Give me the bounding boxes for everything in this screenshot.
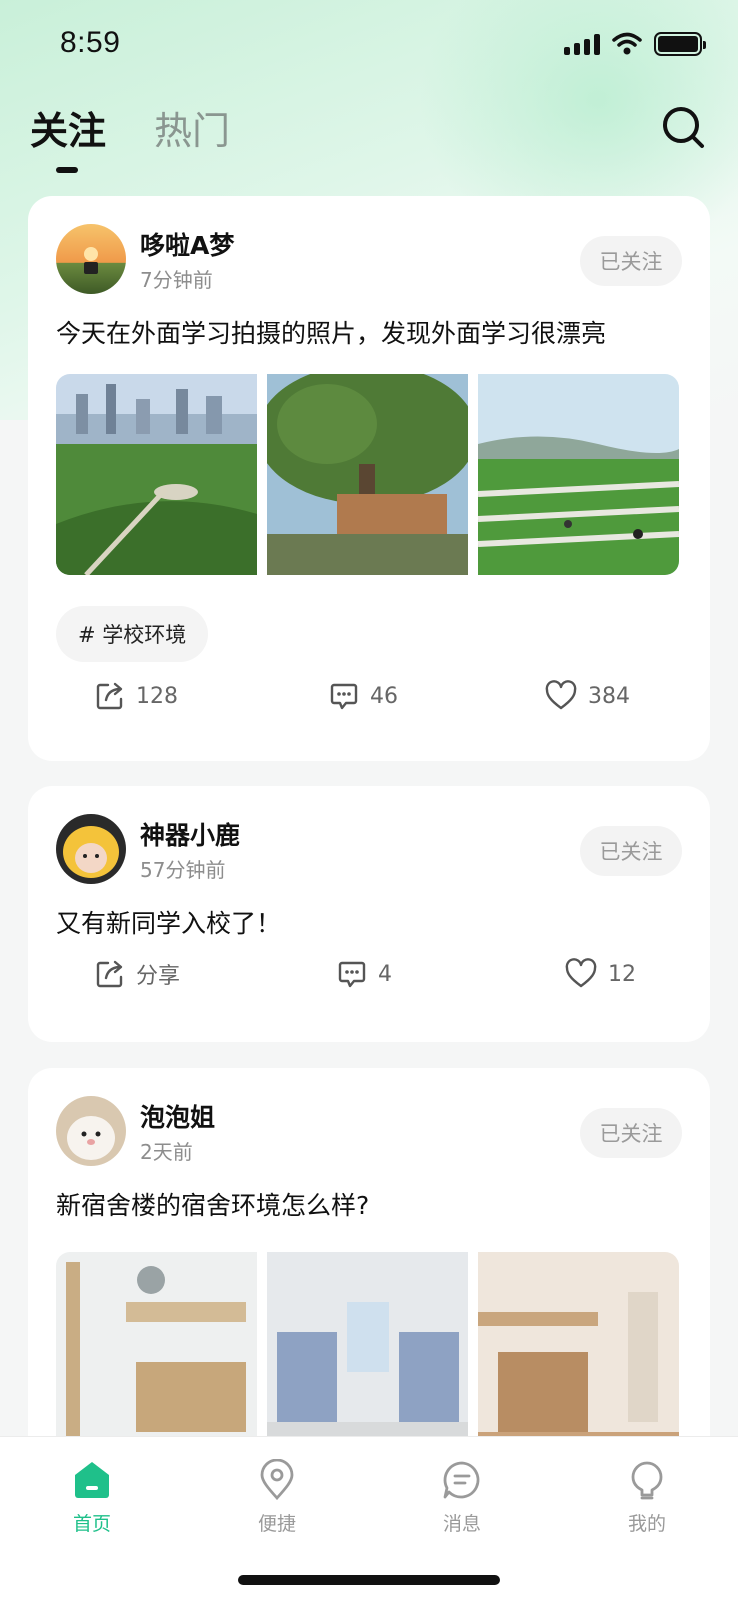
nav-shortcut[interactable]: 便捷	[227, 1459, 327, 1536]
like-count: 12	[608, 961, 636, 987]
username[interactable]: 神器小鹿	[140, 816, 240, 852]
comment-count: 4	[378, 961, 392, 987]
share-button[interactable]: 分享	[94, 958, 180, 990]
post-image[interactable]	[478, 374, 679, 575]
follow-button[interactable]: 已关注	[580, 236, 682, 286]
tab-popular[interactable]: 热门	[154, 100, 230, 155]
search-button[interactable]	[660, 104, 708, 152]
feed-tabs: 关注 热门	[30, 100, 230, 173]
signal-icon	[564, 33, 600, 55]
home-indicator[interactable]	[238, 1575, 500, 1585]
heart-icon	[545, 680, 577, 710]
search-icon	[663, 107, 704, 148]
heart-icon	[565, 958, 597, 988]
nav-profile-label: 我的	[627, 1513, 666, 1535]
nav-messages[interactable]: 消息	[412, 1459, 512, 1536]
like-button[interactable]: 384	[544, 680, 630, 712]
post-text: 又有新同学入校了！	[56, 909, 282, 938]
avatar[interactable]	[56, 224, 126, 294]
post-actions: 128 46 384	[28, 680, 710, 720]
post-card[interactable]: 哆啦A梦 7分钟前 已关注 今天在外面学习拍摄的照片，发现外面学习很漂亮 # 学…	[28, 196, 710, 761]
tab-indicator	[56, 167, 78, 173]
tab-following-label: 关注	[30, 109, 107, 153]
avatar[interactable]	[56, 1096, 126, 1166]
post-image[interactable]	[478, 1252, 679, 1453]
profile-icon	[631, 1461, 663, 1500]
avatar[interactable]	[56, 814, 126, 884]
comment-button[interactable]: 46	[328, 680, 398, 712]
post-images	[56, 374, 679, 575]
comment-icon	[330, 683, 358, 710]
comment-button[interactable]: 4	[336, 958, 392, 990]
post-text: 今天在外面学习拍摄的照片，发现外面学习很漂亮	[56, 319, 607, 348]
post-image[interactable]	[267, 1252, 468, 1453]
status-icons	[564, 32, 706, 56]
topic-tag[interactable]: # 学校环境	[56, 606, 209, 662]
share-label: 分享	[136, 964, 181, 989]
nav-home-label: 首页	[72, 1513, 111, 1535]
tab-following[interactable]: 关注	[30, 100, 107, 173]
post-images	[56, 1252, 679, 1453]
battery-icon	[654, 32, 706, 56]
nav-messages-label: 消息	[442, 1513, 481, 1535]
status-bar: 8:59	[0, 0, 738, 90]
status-time: 8:59	[60, 26, 121, 59]
comment-count: 46	[370, 683, 398, 709]
post-card[interactable]: 神器小鹿 57分钟前 已关注 又有新同学入校了！ 分享 4 12	[28, 786, 710, 1042]
tab-popular-label: 热门	[154, 109, 231, 153]
comment-icon	[338, 961, 366, 988]
share-button[interactable]: 128	[94, 680, 178, 712]
location-icon	[260, 1459, 294, 1501]
wifi-icon	[612, 32, 642, 55]
follow-button[interactable]: 已关注	[580, 826, 682, 876]
post-time: 2天前	[140, 1140, 193, 1164]
home-icon	[75, 1462, 109, 1498]
like-button[interactable]: 12	[564, 958, 636, 990]
message-icon	[443, 1461, 480, 1499]
nav-profile[interactable]: 我的	[597, 1459, 697, 1536]
post-time: 7分钟前	[140, 268, 213, 292]
share-icon	[96, 682, 123, 710]
post-text: 新宿舍楼的宿舍环境怎么样?	[56, 1191, 370, 1220]
username[interactable]: 哆啦A梦	[140, 226, 234, 262]
post-image[interactable]	[56, 374, 257, 575]
share-count: 128	[136, 683, 178, 709]
post-image[interactable]	[267, 374, 468, 575]
username[interactable]: 泡泡姐	[140, 1098, 215, 1134]
post-image[interactable]	[56, 1252, 257, 1453]
post-time: 57分钟前	[140, 858, 226, 882]
nav-home[interactable]: 首页	[42, 1459, 142, 1536]
share-icon	[96, 960, 123, 988]
post-card[interactable]: 泡泡姐 2天前 已关注 新宿舍楼的宿舍环境怎么样?	[28, 1068, 710, 1468]
post-actions: 分享 4 12	[28, 958, 710, 998]
follow-button[interactable]: 已关注	[580, 1108, 682, 1158]
nav-shortcut-label: 便捷	[257, 1513, 296, 1535]
like-count: 384	[588, 683, 630, 709]
